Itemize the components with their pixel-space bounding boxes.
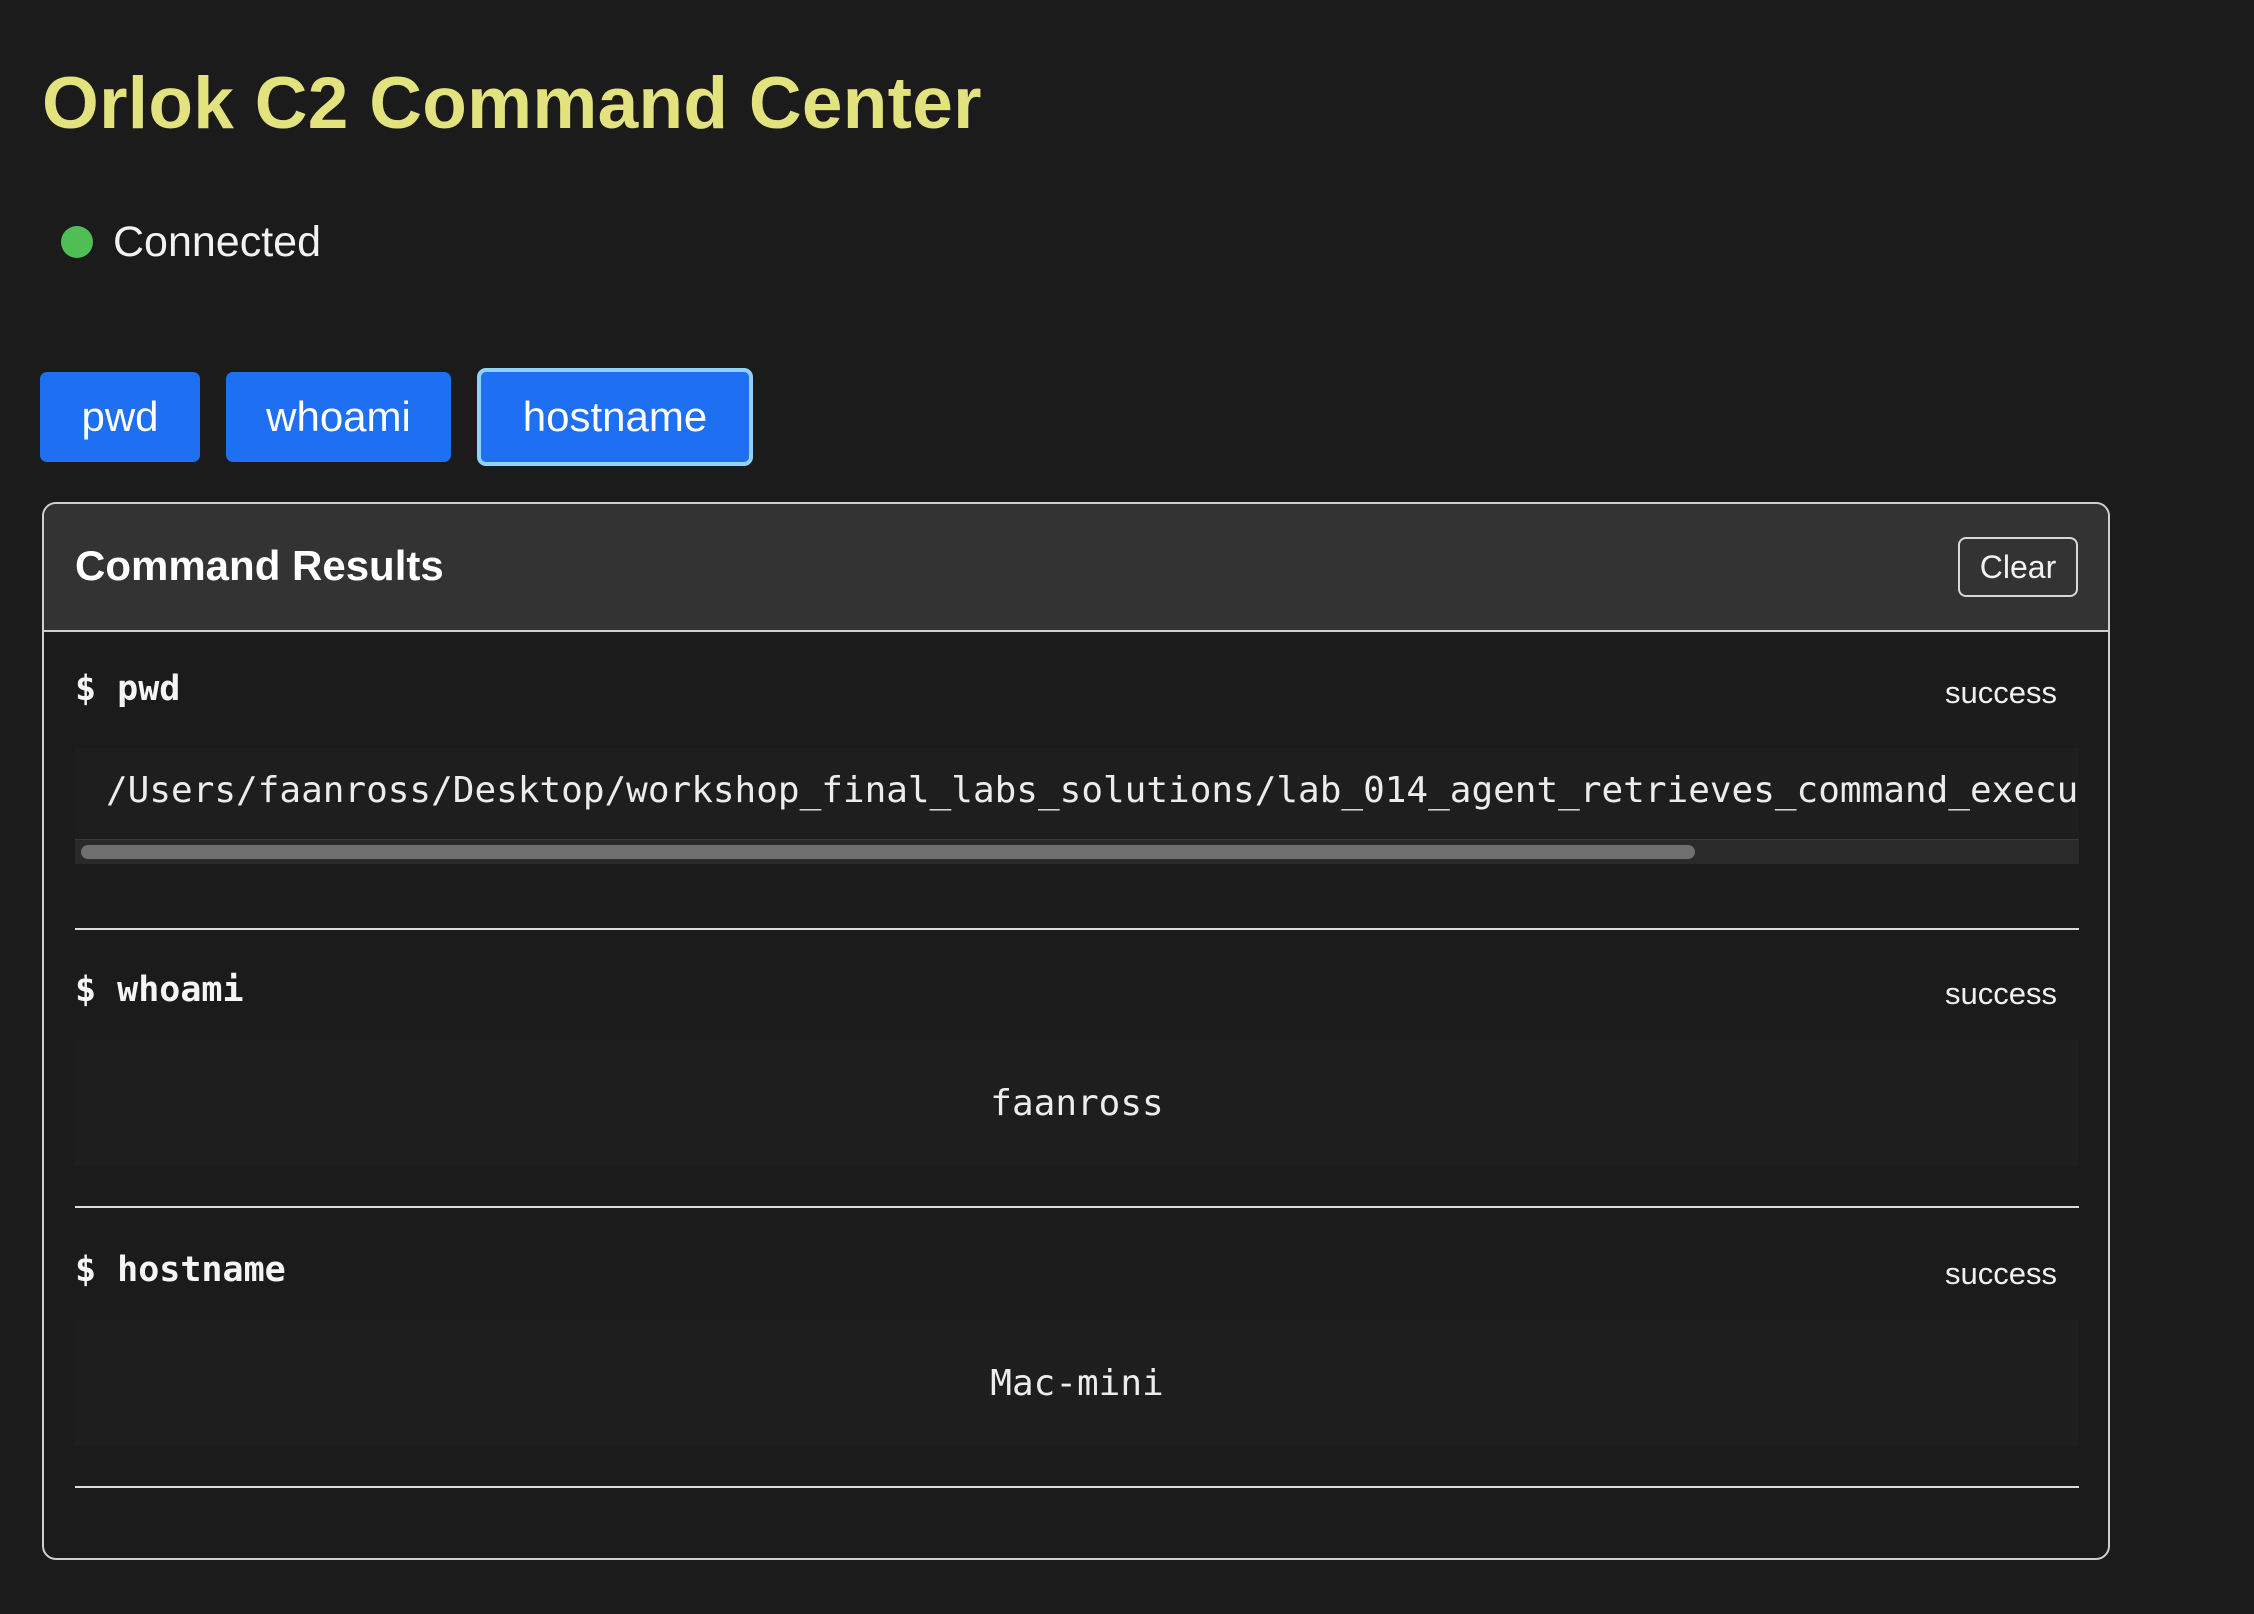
result-status: success [1945, 675, 2057, 710]
result-output-box: faanross [75, 1040, 2079, 1166]
page-title: Orlok C2 Command Center [42, 63, 982, 144]
result-command: $ whoami [75, 970, 244, 1010]
result-item-hostname: $ hostname success Mac-mini [75, 1206, 2079, 1488]
command-buttons: pwd whoami hostname [40, 368, 779, 466]
result-output: /Users/faanross/Desktop/workshop_final_l… [106, 770, 2079, 811]
result-command: $ pwd [75, 669, 181, 709]
result-output-box[interactable]: /Users/faanross/Desktop/workshop_final_l… [75, 748, 2079, 864]
status-indicator-icon [61, 226, 93, 258]
command-results-panel: Command Results Clear $ pwd success /Use… [42, 502, 2110, 1560]
result-output: Mac-mini [990, 1362, 1164, 1404]
c2-dashboard: Orlok C2 Command Center Connected pwd wh… [0, 0, 2254, 1614]
result-output: faanross [990, 1082, 1164, 1124]
result-status: success [1945, 1256, 2057, 1291]
connection-status-text: Connected [113, 217, 321, 266]
result-status: success [1945, 976, 2057, 1011]
clear-button[interactable]: Clear [1958, 537, 2078, 597]
result-command: $ hostname [75, 1250, 286, 1290]
hostname-button[interactable]: hostname [477, 368, 753, 466]
result-output-box: Mac-mini [75, 1320, 2079, 1446]
connection-status: Connected [61, 210, 321, 274]
scrollbar-thumb[interactable] [81, 845, 1695, 859]
results-header: Command Results Clear [44, 504, 2108, 632]
results-title: Command Results [75, 542, 444, 589]
pwd-button[interactable]: pwd [40, 372, 200, 462]
whoami-button[interactable]: whoami [226, 372, 451, 462]
result-item-pwd: $ pwd success /Users/faanross/Desktop/wo… [75, 630, 2079, 930]
result-item-whoami: $ whoami success faanross [75, 928, 2079, 1208]
horizontal-scrollbar[interactable] [75, 839, 2079, 864]
